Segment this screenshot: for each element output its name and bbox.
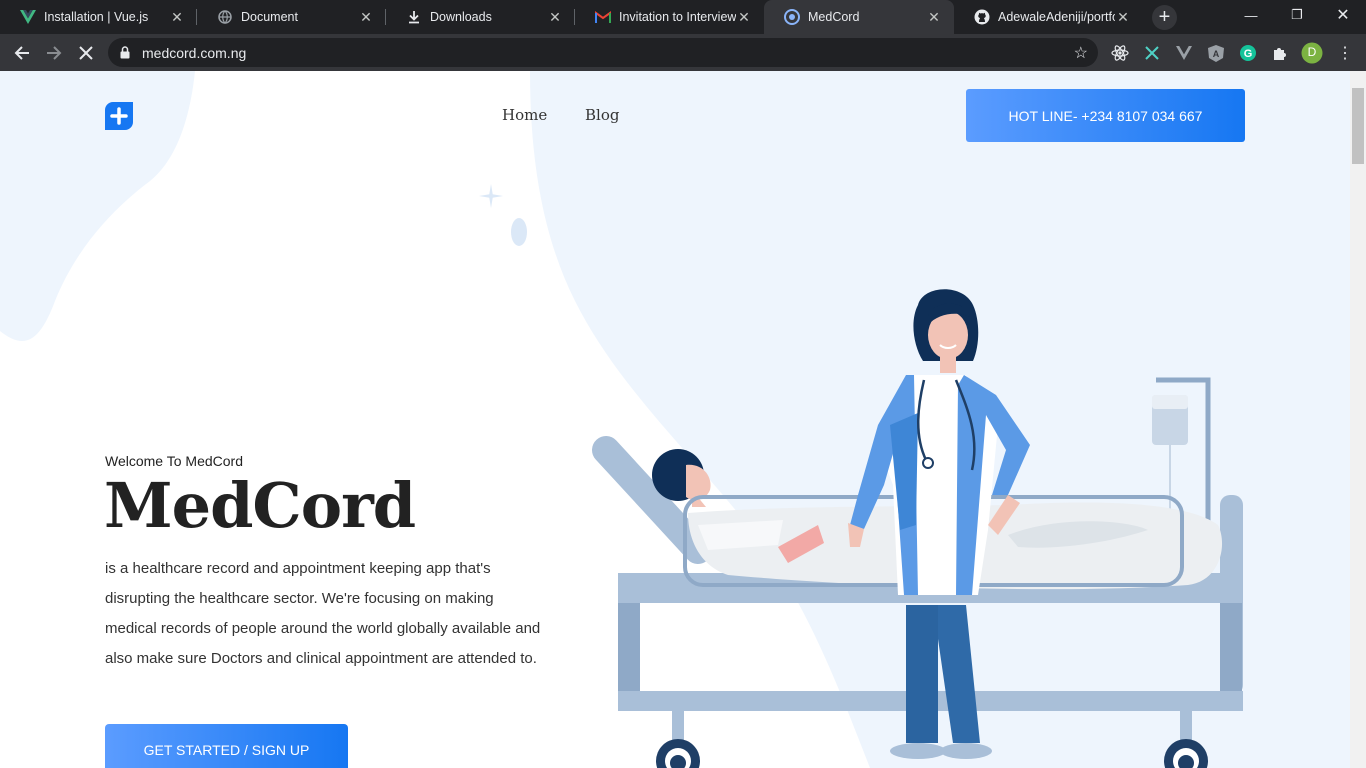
- close-icon: [79, 46, 93, 60]
- hotline-button[interactable]: HOT LINE- +234 8107 034 667: [966, 89, 1245, 142]
- doctor-patient-illustration: [592, 289, 1243, 768]
- tab-medcord[interactable]: MedCord ✕: [764, 0, 954, 34]
- nav-blog-link[interactable]: Blog: [585, 106, 619, 124]
- tab-strip: Installation | Vue.js ✕ Document ✕ Downl…: [0, 0, 1366, 34]
- lock-icon: [120, 46, 130, 64]
- angular-devtools-icon[interactable]: A: [1205, 42, 1227, 64]
- medcord-logo[interactable]: [105, 102, 133, 135]
- scrollbar-thumb[interactable]: [1352, 88, 1364, 164]
- back-button[interactable]: [9, 40, 35, 66]
- menu-kebab-icon[interactable]: ⋮: [1334, 42, 1356, 64]
- browser-toolbar: medcord.com.ng ☆ A G D ⋮: [0, 34, 1366, 71]
- new-tab-button[interactable]: +: [1152, 5, 1177, 30]
- medcord-icon: [784, 9, 800, 25]
- url-text: medcord.com.ng: [142, 45, 247, 61]
- stop-loading-button[interactable]: [73, 40, 99, 66]
- extension-xr-icon[interactable]: [1141, 42, 1163, 64]
- tab-title: MedCord: [808, 10, 860, 24]
- hero-title: MedCord: [104, 469, 416, 542]
- tab-title: AdewaleAdeniji/portfoli: [998, 10, 1115, 24]
- tab-title: Invitation to Interview -: [619, 10, 736, 24]
- page-scrollbar[interactable]: [1350, 71, 1366, 768]
- extensions-puzzle-icon[interactable]: [1269, 42, 1291, 64]
- arrow-left-icon: [14, 46, 29, 60]
- tab-title: Document: [241, 10, 298, 24]
- hero-description-line: is a healthcare record and appointment k…: [105, 560, 491, 577]
- globe-icon: [217, 9, 233, 25]
- vue-devtools-icon[interactable]: [1173, 42, 1195, 64]
- tab-gmail[interactable]: Invitation to Interview - ✕: [575, 0, 764, 34]
- close-icon[interactable]: ✕: [1115, 9, 1131, 25]
- get-started-button[interactable]: GET STARTED / SIGN UP: [105, 724, 348, 768]
- forward-button[interactable]: [41, 40, 67, 66]
- minimize-button[interactable]: —: [1228, 0, 1274, 30]
- svg-text:A: A: [1213, 49, 1220, 59]
- tab-title: Downloads: [430, 10, 492, 24]
- hero-description: is a healthcare record and appointment k…: [105, 554, 555, 674]
- react-devtools-icon[interactable]: [1109, 42, 1131, 64]
- welcome-text: Welcome To MedCord: [105, 453, 243, 469]
- arrow-right-icon: [47, 46, 62, 60]
- github-icon: [974, 9, 990, 25]
- page-viewport: Home Blog HOT LINE- +234 8107 034 667 We…: [0, 71, 1350, 768]
- tab-document[interactable]: Document ✕: [197, 0, 386, 34]
- nav-home-link[interactable]: Home: [502, 106, 547, 124]
- tab-vue[interactable]: Installation | Vue.js ✕: [0, 0, 197, 34]
- vue-icon: [20, 9, 36, 25]
- svg-text:G: G: [1244, 48, 1253, 60]
- tab-downloads[interactable]: Downloads ✕: [386, 0, 575, 34]
- download-icon: [406, 9, 422, 25]
- profile-initial: D: [1307, 45, 1317, 59]
- tab-github[interactable]: AdewaleAdeniji/portfoli ✕: [954, 0, 1143, 34]
- close-icon[interactable]: ✕: [926, 9, 942, 25]
- hero-description-line: medical records of people around the wor…: [105, 620, 541, 637]
- window-close-button[interactable]: ✕: [1320, 0, 1366, 30]
- grammarly-icon[interactable]: G: [1237, 42, 1259, 64]
- close-icon[interactable]: ✕: [547, 9, 563, 25]
- bookmark-star-icon[interactable]: ☆: [1074, 43, 1088, 63]
- profile-avatar[interactable]: D: [1300, 42, 1324, 64]
- gmail-icon: [595, 9, 611, 25]
- hero-description-line: also make sure Doctors and clinical appo…: [105, 650, 537, 667]
- tab-title: Installation | Vue.js: [44, 10, 149, 24]
- address-bar[interactable]: medcord.com.ng ☆: [108, 38, 1098, 67]
- close-icon[interactable]: ✕: [169, 9, 185, 25]
- hero-description-line: disrupting the healthcare sector. We're …: [105, 590, 494, 607]
- close-icon[interactable]: ✕: [358, 9, 374, 25]
- close-icon[interactable]: ✕: [736, 9, 752, 25]
- restore-button[interactable]: ❐: [1274, 0, 1320, 30]
